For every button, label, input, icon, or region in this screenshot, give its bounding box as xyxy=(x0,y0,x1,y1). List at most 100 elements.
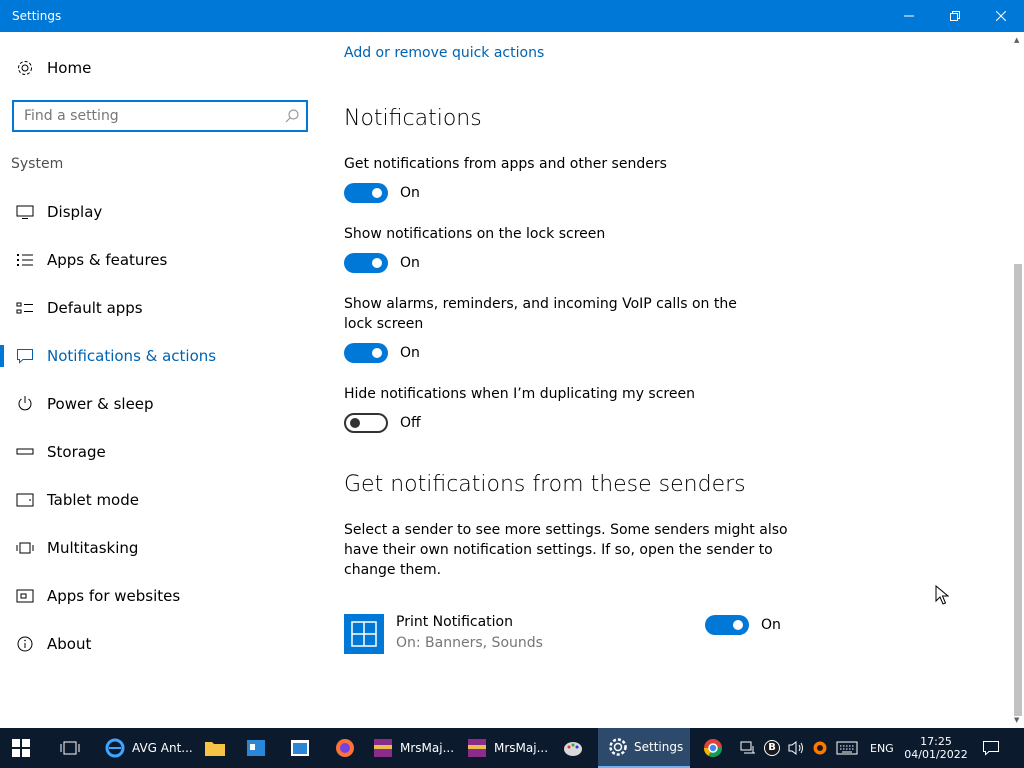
sidebar-item-label: Display xyxy=(47,203,103,221)
toggle-row: Off xyxy=(344,412,421,434)
sidebar-item-display[interactable]: Display xyxy=(0,192,320,232)
taskbar-firefox[interactable] xyxy=(334,728,358,768)
taskbar-app-winrar-1[interactable]: MrsMaj... xyxy=(372,728,456,768)
paint-icon xyxy=(564,742,582,756)
setting-label: Show notifications on the lock screen xyxy=(344,226,606,242)
sidebar-item-home[interactable]: Home xyxy=(0,48,320,88)
toggle-state: Off xyxy=(400,415,421,431)
winrar-icon xyxy=(374,739,392,757)
sidebar-item-multitasking[interactable]: Multitasking xyxy=(0,528,320,568)
window-app-icon xyxy=(291,740,309,756)
scrollbar-thumb[interactable] xyxy=(1014,264,1022,716)
sidebar-item-label: Apps & features xyxy=(47,251,168,269)
minimize-button[interactable] xyxy=(886,0,932,32)
toggle-row: On xyxy=(344,182,420,204)
start-button[interactable] xyxy=(12,728,36,768)
gear-icon xyxy=(16,59,34,77)
taskbar-app-settings[interactable]: Settings xyxy=(598,728,690,768)
toggle-state: On xyxy=(400,345,420,361)
clock-date: 04/01/2022 xyxy=(904,748,968,761)
speaker-icon xyxy=(788,741,803,755)
message-icon xyxy=(16,347,34,365)
sidebar-item-label: Apps for websites xyxy=(47,587,181,605)
folder-icon xyxy=(205,742,225,756)
sidebar-item-tablet-mode[interactable]: Tablet mode xyxy=(0,480,320,520)
chrome-icon xyxy=(704,739,722,758)
language-indicator[interactable]: ENG xyxy=(870,728,896,768)
list-icon xyxy=(16,251,34,269)
sidebar-item-notifications[interactable]: Notifications & actions xyxy=(0,336,320,376)
taskbar-paint[interactable] xyxy=(562,728,586,768)
taskbar-app-contacts[interactable] xyxy=(246,728,270,768)
contact-card-icon xyxy=(247,740,265,756)
clock[interactable]: 17:25 04/01/2022 xyxy=(904,728,968,768)
notifications-toggle[interactable] xyxy=(344,183,388,203)
toggle-row: On xyxy=(705,614,781,636)
quick-actions-link[interactable]: Add or remove quick actions xyxy=(344,45,544,61)
taskbar-app-label: MrsMaj... xyxy=(400,741,455,755)
scroll-down-icon[interactable]: ▼ xyxy=(1014,716,1019,724)
taskbar-app-avg[interactable]: AVG Ant... xyxy=(104,728,196,768)
scroll-up-icon[interactable]: ▲ xyxy=(1014,36,1019,44)
ie-icon xyxy=(105,738,125,758)
scrollbar[interactable]: ▲ ▼ xyxy=(1012,32,1024,728)
avast-tray[interactable] xyxy=(812,728,830,768)
task-view-button[interactable] xyxy=(60,728,84,768)
toggle-row: On xyxy=(344,252,420,274)
sidebar-item-storage[interactable]: Storage xyxy=(0,432,320,472)
volume-tray[interactable] xyxy=(788,728,806,768)
action-center-icon xyxy=(983,741,999,756)
sidebar-item-label: Default apps xyxy=(47,299,143,317)
close-button[interactable] xyxy=(978,0,1024,32)
multitask-icon xyxy=(16,539,34,557)
network-tray[interactable] xyxy=(740,728,758,768)
network-icon xyxy=(740,741,755,754)
window-title: Settings xyxy=(12,9,62,23)
info-icon xyxy=(16,635,34,653)
search-input[interactable] xyxy=(24,106,274,126)
restore-button[interactable] xyxy=(932,0,978,32)
tablet-icon xyxy=(16,491,34,509)
sender-sub: On: Banners, Sounds xyxy=(396,635,543,651)
alarms-toggle[interactable] xyxy=(344,343,388,363)
duplicate-screen-toggle[interactable] xyxy=(344,413,388,433)
lock-screen-toggle[interactable] xyxy=(344,253,388,273)
taskbar-app-label: AVG Ant... xyxy=(132,741,193,755)
antivirus-icon xyxy=(813,741,827,755)
search-icon[interactable] xyxy=(284,108,300,128)
setting-label: Get notifications from apps and other se… xyxy=(344,156,667,172)
sidebar-item-apps-websites[interactable]: Apps for websites xyxy=(0,576,320,616)
sidebar-item-label: Power & sleep xyxy=(47,395,154,413)
section-label: System xyxy=(11,156,64,172)
taskbar-app-winrar-2[interactable]: MrsMaj... xyxy=(466,728,550,768)
sender-row[interactable]: Print Notification On: Banners, Sounds O… xyxy=(344,614,804,654)
sidebar-item-label: Home xyxy=(47,59,92,77)
sidebar: Home System Display Apps & features Defa… xyxy=(0,32,320,728)
sidebar-item-label: Tablet mode xyxy=(47,491,139,509)
taskbar-file-explorer[interactable] xyxy=(204,728,228,768)
windows-icon xyxy=(12,739,30,757)
b-tray[interactable]: B xyxy=(764,728,782,768)
close-icon xyxy=(996,11,1006,21)
minimize-icon xyxy=(904,15,914,17)
sidebar-item-default-apps[interactable]: Default apps xyxy=(0,288,320,328)
toggle-state: On xyxy=(761,617,781,633)
restore-icon xyxy=(950,11,960,21)
sidebar-item-apps-features[interactable]: Apps & features xyxy=(0,240,320,280)
taskbar-app-label: MrsMaj... xyxy=(494,741,549,755)
sidebar-item-power-sleep[interactable]: Power & sleep xyxy=(0,384,320,424)
setting-label: Show alarms, reminders, and incoming VoI… xyxy=(344,296,737,332)
keyboard-tray[interactable] xyxy=(836,728,860,768)
sidebar-item-about[interactable]: About xyxy=(0,624,320,664)
search-box[interactable] xyxy=(12,100,308,132)
taskbar-chrome[interactable] xyxy=(702,728,726,768)
taskbar-app-label: Settings xyxy=(634,740,684,754)
setting-label: Hide notifications when I’m duplicating … xyxy=(344,386,695,402)
clock-time: 17:25 xyxy=(920,735,952,748)
sender-toggle[interactable] xyxy=(705,615,749,635)
monitor-icon xyxy=(16,203,34,221)
action-center-button[interactable] xyxy=(982,728,1002,768)
main-content: Add or remove quick actions Notification… xyxy=(344,32,1004,728)
b-tray-label: B xyxy=(764,740,780,756)
taskbar-app-window[interactable] xyxy=(290,728,314,768)
